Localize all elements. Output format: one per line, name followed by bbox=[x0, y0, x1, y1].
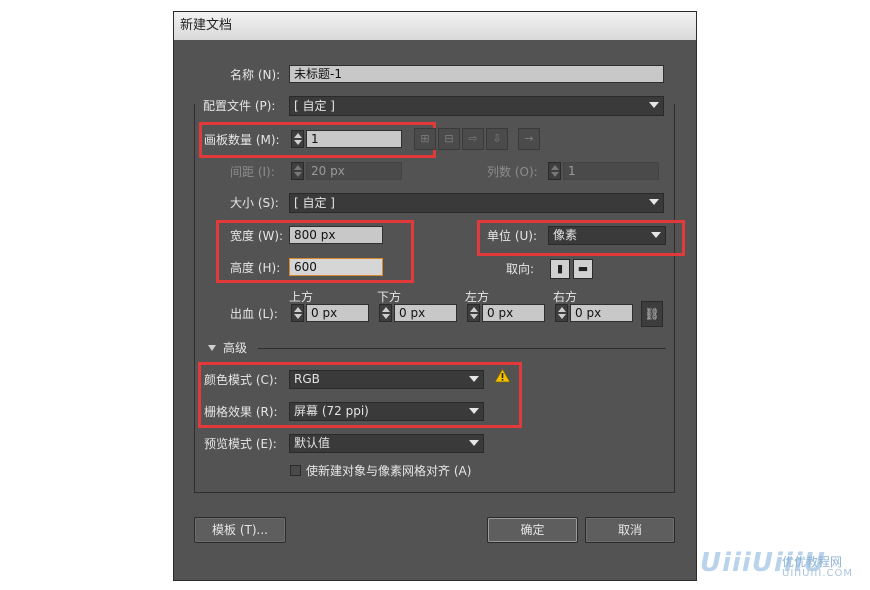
bleed-top-stepper[interactable] bbox=[291, 304, 304, 322]
spacing-label: 间距 (I): bbox=[230, 165, 275, 179]
arrange-by-column-icon[interactable]: ⇩ bbox=[486, 128, 508, 150]
bleed-left-input[interactable]: 0 px bbox=[482, 304, 545, 322]
dialog-title: 新建文档 bbox=[180, 18, 233, 33]
units-dropdown[interactable]: 像素 bbox=[548, 226, 666, 245]
size-label: 大小 (S): bbox=[230, 196, 279, 210]
right-to-left-icon[interactable]: → bbox=[518, 128, 540, 150]
name-label: 名称 (N): bbox=[230, 68, 281, 82]
preview-mode-label: 预览模式 (E): bbox=[204, 437, 277, 451]
artboards-stepper[interactable] bbox=[291, 130, 304, 148]
preview-mode-value: 默认值 bbox=[294, 436, 331, 450]
cancel-button[interactable]: 取消 bbox=[585, 517, 675, 543]
orientation-label: 取向: bbox=[506, 262, 535, 276]
arrange-by-row-icon[interactable]: ⇨ bbox=[462, 128, 484, 150]
templates-button[interactable]: 模板 (T)... bbox=[194, 517, 286, 543]
chevron-down-icon bbox=[649, 199, 659, 205]
advanced-separator bbox=[258, 348, 666, 349]
chevron-down-icon bbox=[469, 440, 479, 446]
color-mode-dropdown[interactable]: RGB bbox=[289, 370, 484, 389]
preview-mode-dropdown[interactable]: 默认值 bbox=[289, 434, 484, 453]
ok-button[interactable]: 确定 bbox=[487, 517, 578, 543]
portrait-icon[interactable]: ▮ bbox=[550, 259, 570, 279]
bleed-right-stepper[interactable] bbox=[555, 304, 568, 322]
artboards-input[interactable]: 1 bbox=[306, 130, 402, 148]
spacing-stepper[interactable] bbox=[291, 162, 304, 180]
watermark-site-url: UIIIUIII.COM bbox=[782, 568, 853, 579]
columns-label: 列数 (O): bbox=[487, 165, 538, 179]
chevron-down-icon bbox=[469, 376, 479, 382]
size-dropdown[interactable]: [ 自定 ] bbox=[289, 193, 664, 213]
grid-by-column-icon[interactable]: ⊟ bbox=[438, 128, 460, 150]
profile-dropdown[interactable]: [ 自定 ] bbox=[289, 96, 664, 116]
landscape-icon[interactable]: ▬ bbox=[573, 259, 593, 279]
units-value: 像素 bbox=[553, 228, 578, 242]
width-label: 宽度 (W): bbox=[230, 229, 284, 243]
bleed-bottom-stepper[interactable] bbox=[379, 304, 392, 322]
bleed-bottom-input[interactable]: 0 px bbox=[394, 304, 457, 322]
units-label: 单位 (U): bbox=[487, 229, 538, 243]
align-pixel-grid-checkbox[interactable] bbox=[290, 465, 301, 476]
height-input[interactable]: 600 bbox=[289, 258, 383, 276]
bleed-left-stepper[interactable] bbox=[467, 304, 480, 322]
grid-by-row-icon[interactable]: ⊞ bbox=[414, 128, 436, 150]
link-icon[interactable]: ⛓ bbox=[641, 301, 663, 327]
bleed-top-input[interactable]: 0 px bbox=[306, 304, 369, 322]
profile-label: 配置文件 (P): bbox=[203, 97, 280, 115]
name-input[interactable]: 未标题-1 bbox=[289, 65, 664, 83]
columns-stepper[interactable] bbox=[548, 162, 561, 180]
bleed-right-input[interactable]: 0 px bbox=[570, 304, 633, 322]
height-label: 高度 (H): bbox=[230, 261, 281, 275]
chevron-down-icon bbox=[651, 232, 661, 238]
raster-effects-label: 栅格效果 (R): bbox=[204, 405, 278, 419]
dialog-title-bar: 新建文档 bbox=[174, 12, 696, 40]
profile-value: [ 自定 ] bbox=[294, 99, 335, 113]
advanced-label[interactable]: 高级 bbox=[223, 339, 247, 357]
chevron-down-icon bbox=[649, 102, 659, 108]
artboards-label: 画板数量 (M): bbox=[204, 133, 280, 147]
raster-effects-value: 屏幕 (72 ppi) bbox=[294, 404, 369, 418]
color-mode-label: 颜色模式 (C): bbox=[204, 373, 278, 387]
spacing-input[interactable]: 20 px bbox=[306, 162, 402, 180]
columns-input[interactable]: 1 bbox=[563, 162, 659, 180]
width-input[interactable]: 800 px bbox=[289, 226, 383, 244]
size-value: [ 自定 ] bbox=[294, 196, 335, 210]
color-mode-value: RGB bbox=[294, 372, 320, 386]
align-pixel-grid-label[interactable]: 使新建对象与像素网格对齐 (A) bbox=[306, 462, 471, 480]
advanced-collapse-icon[interactable] bbox=[208, 345, 216, 351]
raster-effects-dropdown[interactable]: 屏幕 (72 ppi) bbox=[289, 402, 484, 421]
chevron-down-icon bbox=[469, 408, 479, 414]
bleed-label: 出血 (L): bbox=[230, 307, 278, 321]
warning-icon bbox=[494, 368, 511, 383]
